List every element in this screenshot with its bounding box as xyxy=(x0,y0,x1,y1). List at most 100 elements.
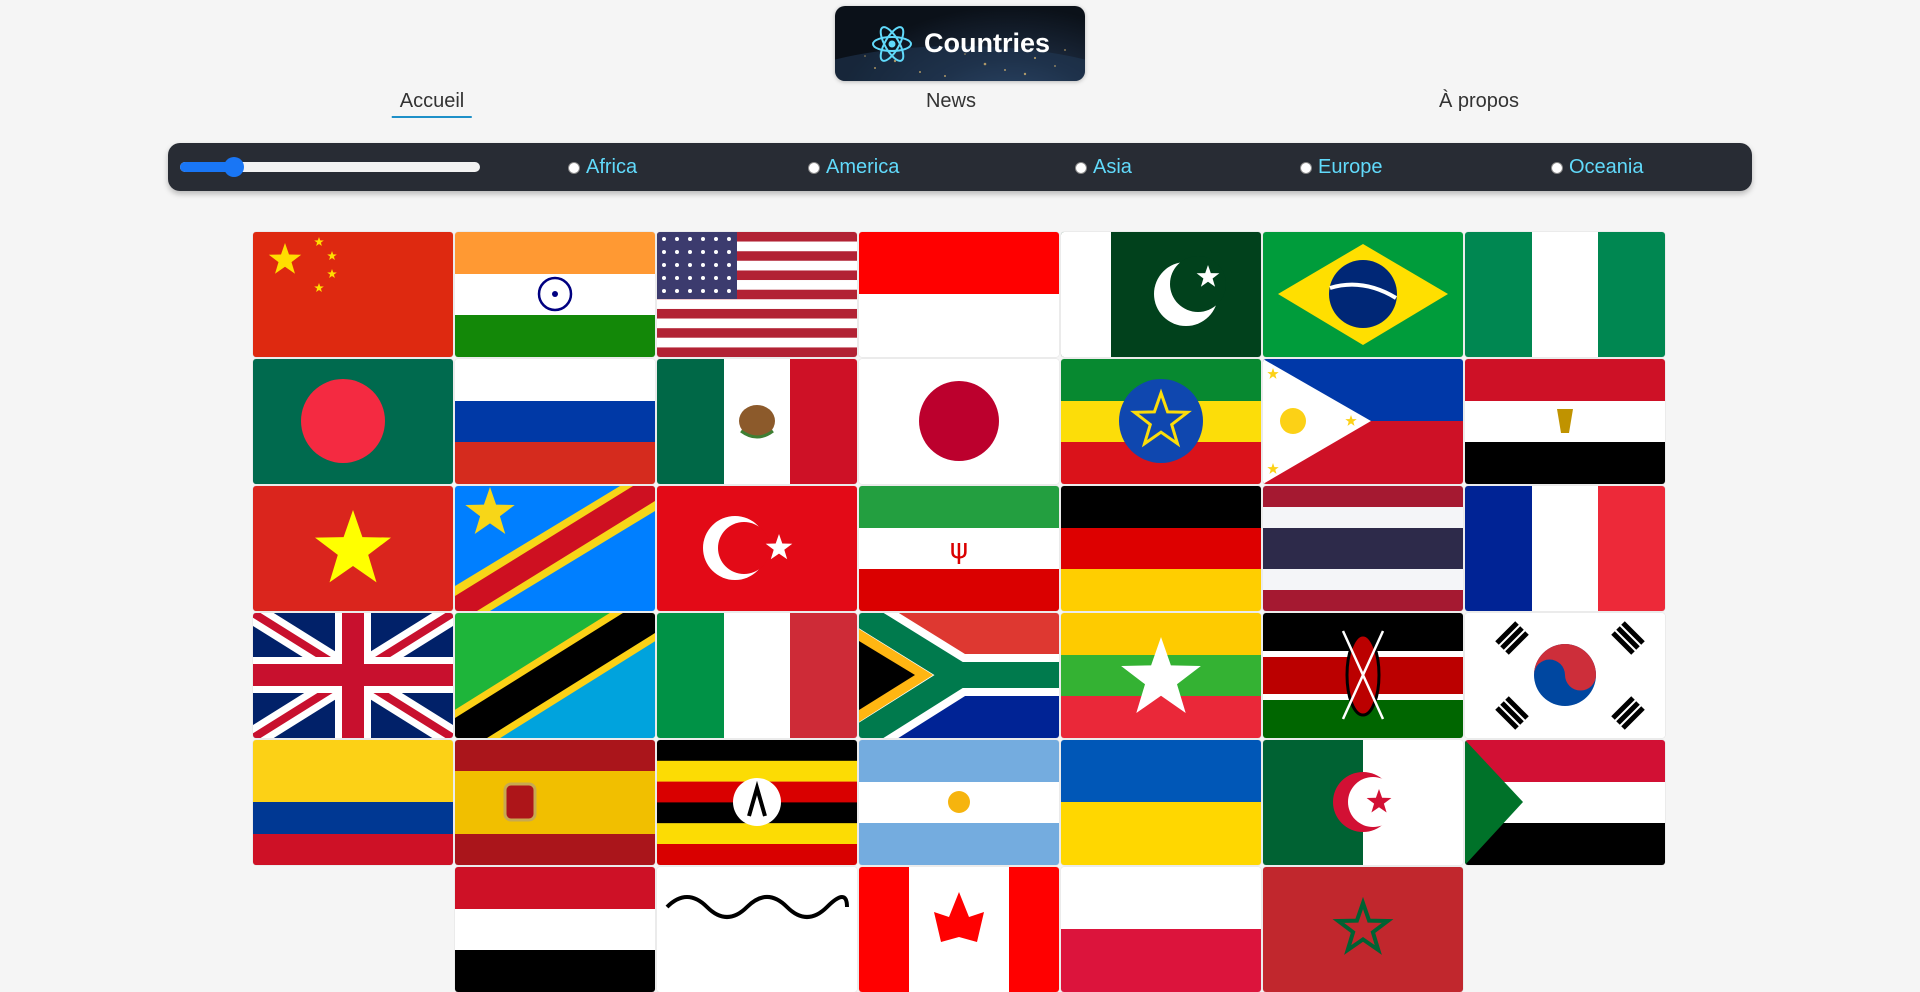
flag-card-brazil[interactable] xyxy=(1263,232,1463,357)
region-america[interactable]: America xyxy=(808,156,899,179)
flag-nigeria-icon xyxy=(1465,232,1665,357)
flag-card-colombia[interactable] xyxy=(253,740,453,865)
nav-about-link[interactable]: À propos xyxy=(1431,88,1527,116)
flag-card-italy[interactable] xyxy=(657,613,857,738)
flag-iraq-icon xyxy=(455,867,655,992)
flag-card-poland[interactable] xyxy=(1061,867,1261,992)
flag-morocco-icon xyxy=(1263,867,1463,992)
flag-france-icon xyxy=(1465,486,1665,611)
flag-card-sudan[interactable] xyxy=(1465,740,1665,865)
flag-card-germany[interactable] xyxy=(1061,486,1261,611)
flag-philippines-icon xyxy=(1263,359,1463,484)
flag-card-bangladesh[interactable] xyxy=(253,359,453,484)
slider-thumb[interactable] xyxy=(224,157,244,177)
flag-sudan-icon xyxy=(1465,740,1665,865)
radio-europe[interactable] xyxy=(1300,161,1312,174)
flag-card-russia[interactable] xyxy=(455,359,655,484)
flag-mexico-icon xyxy=(657,359,857,484)
flag-india-icon xyxy=(455,232,655,357)
flag-card-kenya[interactable] xyxy=(1263,613,1463,738)
flag-card-united-kingdom[interactable] xyxy=(253,613,453,738)
flag-card-india[interactable] xyxy=(455,232,655,357)
flag-turkey-icon xyxy=(657,486,857,611)
flag-south-africa-icon xyxy=(859,613,1059,738)
flag-card-spain[interactable] xyxy=(455,740,655,865)
flag-germany-icon xyxy=(1061,486,1261,611)
flag-vietnam-icon xyxy=(253,486,453,611)
flag-card-mexico[interactable] xyxy=(657,359,857,484)
region-asia[interactable]: Asia xyxy=(1075,156,1132,179)
flag-italy-icon xyxy=(657,613,857,738)
app-title: Countries xyxy=(923,28,1050,58)
radio-oceania[interactable] xyxy=(1551,161,1563,174)
region-africa[interactable]: Africa xyxy=(568,156,637,179)
flag-egypt-icon xyxy=(1465,359,1665,484)
flag-card-turkey[interactable] xyxy=(657,486,857,611)
flag-card-canada[interactable] xyxy=(859,867,1059,992)
flag-card-ethiopia[interactable] xyxy=(1061,359,1261,484)
main-nav: Accueil News À propos xyxy=(0,88,1920,122)
region-label: America xyxy=(826,156,900,178)
flag-china-icon xyxy=(253,232,453,357)
flag-card-uganda[interactable] xyxy=(657,740,857,865)
flag-card-iran[interactable]: ψ xyxy=(859,486,1059,611)
flag-canada-icon xyxy=(859,867,1059,992)
region-label: Europe xyxy=(1318,156,1383,178)
flag-card-thailand[interactable] xyxy=(1263,486,1463,611)
react-atom-icon xyxy=(871,25,912,62)
radio-asia[interactable] xyxy=(1075,161,1087,174)
flag-card-ukraine[interactable] xyxy=(1061,740,1261,865)
flag-afghanistan-icon xyxy=(657,867,857,992)
radio-america[interactable] xyxy=(808,161,820,174)
radio-africa[interactable] xyxy=(568,161,580,174)
flag-card-myanmar[interactable] xyxy=(1061,613,1261,738)
flag-card-morocco[interactable] xyxy=(1263,867,1463,992)
flag-ethiopia-icon xyxy=(1061,359,1261,484)
flag-algeria-icon xyxy=(1263,740,1463,865)
flag-card-vietnam[interactable] xyxy=(253,486,453,611)
flag-grid: ψ xyxy=(253,232,1665,992)
flag-poland-icon xyxy=(1061,867,1261,992)
nav-home-link[interactable]: Accueil xyxy=(391,88,473,118)
flag-spain-icon xyxy=(455,740,655,865)
region-label: Africa xyxy=(586,156,638,178)
flag-card-iraq[interactable] xyxy=(455,867,655,992)
flag-card-tanzania[interactable] xyxy=(455,613,655,738)
flag-card-south-africa[interactable] xyxy=(859,613,1059,738)
flag-card-nigeria[interactable] xyxy=(1465,232,1665,357)
flag-card-egypt[interactable] xyxy=(1465,359,1665,484)
flag-colombia-icon xyxy=(253,740,453,865)
flag-pakistan-icon xyxy=(1061,232,1261,357)
flag-card-philippines[interactable] xyxy=(1263,359,1463,484)
flag-card-france[interactable] xyxy=(1465,486,1665,611)
region-europe[interactable]: Europe xyxy=(1300,156,1383,179)
flag-myanmar-icon xyxy=(1061,613,1261,738)
region-label: Asia xyxy=(1093,156,1132,178)
app-logo[interactable]: Countries xyxy=(835,6,1085,81)
flag-ukraine-icon xyxy=(1061,740,1261,865)
flag-card-usa[interactable] xyxy=(657,232,857,357)
flag-uganda-icon xyxy=(657,740,857,865)
flag-south-korea-icon xyxy=(1465,613,1665,738)
flag-card-afghanistan[interactable] xyxy=(657,867,857,992)
flag-card-dr-congo[interactable] xyxy=(455,486,655,611)
flag-card-south-korea[interactable] xyxy=(1465,613,1665,738)
flag-card-china[interactable] xyxy=(253,232,453,357)
flag-card-algeria[interactable] xyxy=(1263,740,1463,865)
region-label: Oceania xyxy=(1569,156,1644,178)
flag-brazil-icon xyxy=(1263,232,1463,357)
flag-card-japan[interactable] xyxy=(859,359,1059,484)
flag-thailand-icon xyxy=(1263,486,1463,611)
range-slider[interactable] xyxy=(180,157,480,177)
flag-card-pakistan[interactable] xyxy=(1061,232,1261,357)
flag-tanzania-icon xyxy=(455,613,655,738)
filter-bar: Africa America Asia Europe Oceania xyxy=(168,143,1752,191)
nav-news-link[interactable]: News xyxy=(918,88,984,116)
flag-dr-congo-icon xyxy=(455,486,655,611)
flag-card-argentina[interactable] xyxy=(859,740,1059,865)
region-oceania[interactable]: Oceania xyxy=(1551,156,1644,179)
flag-japan-icon xyxy=(859,359,1059,484)
flag-card-indonesia[interactable] xyxy=(859,232,1059,357)
svg-text:ψ: ψ xyxy=(950,532,968,565)
flag-indonesia-icon xyxy=(859,232,1059,357)
